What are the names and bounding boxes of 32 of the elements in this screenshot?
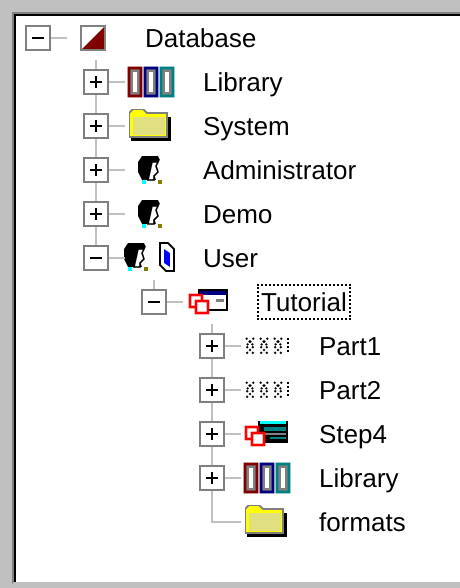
tree-item[interactable]: Database xyxy=(141,20,260,56)
expand-toggle[interactable] xyxy=(199,333,225,359)
collapse-toggle[interactable] xyxy=(25,25,51,51)
tree-item[interactable]: formats xyxy=(315,504,410,540)
triangle-square-icon xyxy=(80,25,106,51)
tree-item[interactable]: Step4 xyxy=(315,416,391,452)
zigzag-icon xyxy=(244,380,290,400)
tree-item[interactable]: Administrator xyxy=(199,152,360,188)
zigzag-icon xyxy=(244,336,290,356)
windows-icon xyxy=(188,287,230,317)
tree-item[interactable]: Library xyxy=(315,460,402,496)
books-icon xyxy=(127,66,175,98)
expand-toggle[interactable] xyxy=(83,157,109,183)
folder-icon xyxy=(245,505,289,539)
expand-toggle[interactable] xyxy=(199,421,225,447)
expand-toggle[interactable] xyxy=(83,201,109,227)
expand-toggle[interactable] xyxy=(83,113,109,139)
windows-grid-icon xyxy=(244,419,290,449)
tree-item[interactable]: Demo xyxy=(199,196,276,232)
collapse-toggle[interactable] xyxy=(141,289,167,315)
expand-toggle[interactable] xyxy=(83,69,109,95)
books-icon xyxy=(243,462,291,494)
tree-item[interactable]: Part2 xyxy=(315,372,386,408)
tree-item[interactable]: User xyxy=(199,240,262,276)
tree-item[interactable]: Part1 xyxy=(315,328,386,364)
expand-toggle[interactable] xyxy=(199,377,225,403)
expand-toggle[interactable] xyxy=(199,465,225,491)
tree-item[interactable]: Library xyxy=(199,64,286,100)
collapse-toggle[interactable] xyxy=(83,245,109,271)
folder-icon xyxy=(129,109,173,143)
tree-item[interactable]: Tutorial xyxy=(257,284,351,320)
tree-item[interactable]: System xyxy=(199,108,294,144)
